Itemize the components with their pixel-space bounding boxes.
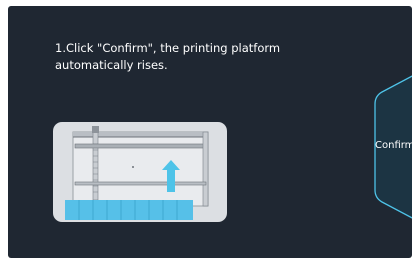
printer-platform-rising-illustration [53, 122, 227, 222]
touchscreen-panel: 1.Click "Confirm", the printing platform… [8, 6, 412, 258]
confirm-button[interactable]: Confirm [370, 72, 412, 222]
instruction-text: 1.Click "Confirm", the printing platform… [55, 41, 281, 72]
confirm-button-label: Confirm [375, 140, 412, 151]
